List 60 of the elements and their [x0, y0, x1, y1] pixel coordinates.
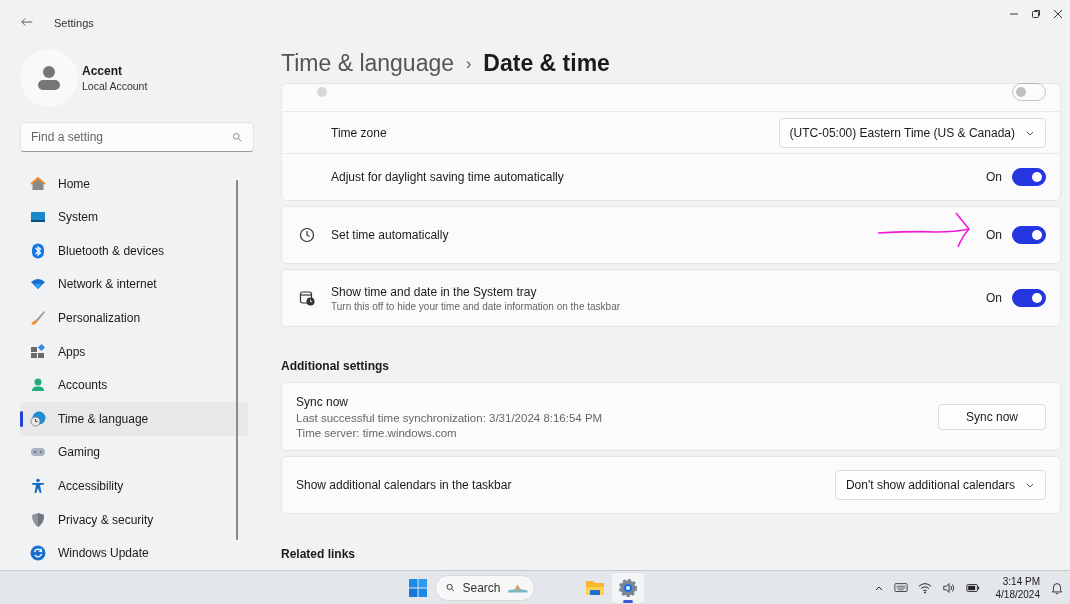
- toggle-state-text: On: [986, 228, 1002, 242]
- setting-description: Turn this off to hide your time and date information on the taskbar: [331, 300, 621, 312]
- globe-icon: [317, 86, 327, 97]
- breadcrumb-separator: ›: [466, 54, 472, 73]
- page-title: Date & time: [483, 50, 610, 77]
- nav-item[interactable]: Personalization: [20, 301, 248, 335]
- calendar-clock-icon: [299, 290, 315, 306]
- keyboard-icon: [893, 580, 908, 595]
- setting-label: Set time automatically: [331, 228, 449, 242]
- bluetooth-icon: [30, 242, 46, 259]
- paintbrush-icon: [30, 310, 46, 327]
- scrollbar-thumb[interactable]: [236, 180, 238, 540]
- dropdown[interactable]: Don't show additional calendars: [834, 470, 1046, 500]
- close-icon: [1053, 9, 1063, 19]
- setting-label: Time zone: [331, 125, 387, 140]
- restore-icon: [1031, 9, 1041, 19]
- refresh-icon: [30, 545, 46, 562]
- apps-icon: [30, 343, 46, 360]
- person-icon: [30, 377, 46, 394]
- taskbar-clock[interactable]: 3:14 PM 4/18/2024: [995, 574, 1040, 601]
- search-icon: [232, 131, 242, 142]
- sync-now-button[interactable]: Sync now: [938, 403, 1046, 430]
- gear-icon: [618, 577, 638, 598]
- clock-icon: [299, 227, 315, 243]
- toggle-switch[interactable]: [1012, 168, 1046, 186]
- globe-clock-icon: [30, 410, 46, 427]
- sync-info-text: Last successful time synchronization: 3/31/2024 8:16:54 PM: [296, 411, 603, 424]
- section-heading: Related links: [281, 547, 357, 561]
- setting-label: Show additional calendars in the taskbar: [296, 478, 512, 492]
- nav-item[interactable]: Accessibility: [20, 469, 248, 503]
- bell-icon: [1050, 580, 1064, 595]
- breadcrumb-link[interactable]: Time & language: [281, 50, 455, 77]
- dropdown[interactable]: (UTC-05:00) Eastern Time (US & Canada): [778, 117, 1046, 148]
- nav-item[interactable]: Time & language: [20, 402, 248, 436]
- window-title: Settings: [54, 17, 94, 29]
- nav-item[interactable]: Windows Update: [20, 536, 248, 570]
- toggle-state-text: On: [986, 291, 1002, 305]
- house-icon: [30, 175, 46, 192]
- account-name: Accent: [82, 63, 123, 78]
- gear-app-button[interactable]: [612, 572, 644, 603]
- folder-icon: [585, 578, 605, 597]
- setting-label: Adjust for daylight saving time automatically: [331, 170, 564, 184]
- section-heading: Additional settings: [281, 359, 390, 373]
- toggle-state-text: On: [986, 170, 1002, 184]
- setting-label: Show time and date in the System tray: [331, 284, 538, 299]
- toggle-switch[interactable]: [1012, 226, 1046, 244]
- search-icon: [446, 581, 455, 594]
- taskbar-search[interactable]: Search: [435, 574, 535, 601]
- nav-item[interactable]: Apps: [20, 334, 248, 369]
- wifi-icon: [917, 580, 932, 595]
- setting-label: Sync now: [296, 394, 350, 409]
- speaker-icon: [941, 580, 956, 595]
- sync-info-text: Time server: time.windows.com: [296, 426, 458, 439]
- windows-logo-icon: [408, 577, 428, 598]
- account-type: Local Account: [82, 79, 148, 92]
- nav-item[interactable]: Accounts: [20, 368, 248, 403]
- accessibility-icon: [30, 478, 46, 494]
- toggle-switch[interactable]: [1012, 289, 1046, 307]
- shield-icon: [30, 511, 46, 528]
- search-field[interactable]: Find a setting: [20, 121, 254, 152]
